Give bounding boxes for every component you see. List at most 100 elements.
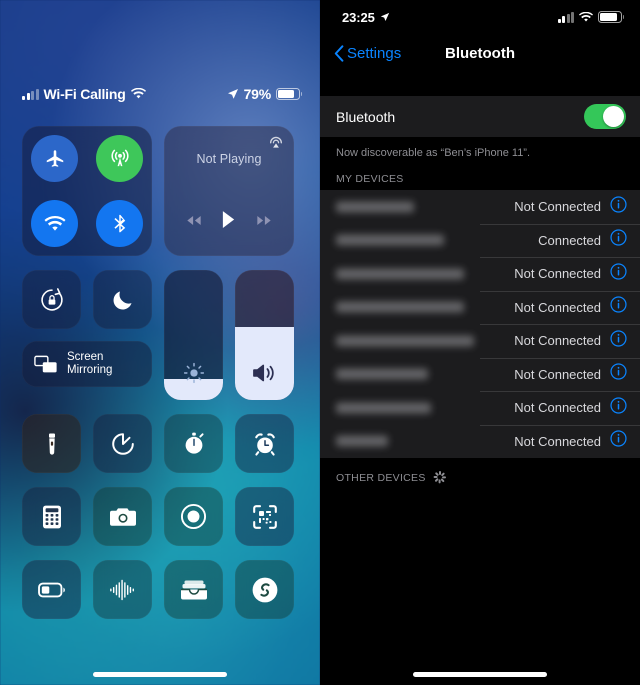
device-row[interactable]: Not Connected bbox=[320, 357, 640, 392]
wifi-icon bbox=[44, 215, 65, 231]
back-button[interactable]: Settings bbox=[334, 45, 401, 62]
bluetooth-toggle-row: Bluetooth bbox=[320, 96, 640, 137]
location-arrow-icon bbox=[227, 89, 238, 99]
cellular-bars-icon bbox=[557, 11, 574, 23]
carrier-label: Wi-Fi Calling bbox=[43, 86, 126, 102]
device-name-redacted bbox=[336, 335, 474, 347]
now-playing-title: Not Playing bbox=[196, 152, 262, 166]
rotation-lock-icon bbox=[40, 287, 63, 311]
flashlight-button[interactable] bbox=[22, 414, 81, 473]
device-name-redacted bbox=[336, 402, 431, 414]
info-circle-icon[interactable] bbox=[610, 196, 627, 218]
home-indicator[interactable] bbox=[93, 672, 227, 677]
device-row[interactable]: Not Connected bbox=[320, 190, 640, 224]
cellular-data-toggle[interactable] bbox=[96, 135, 143, 182]
rotation-lock-toggle[interactable] bbox=[22, 270, 81, 329]
alarm-button[interactable] bbox=[235, 414, 294, 473]
qr-code-scanner-button[interactable] bbox=[235, 487, 294, 546]
connectivity-module[interactable] bbox=[22, 126, 152, 256]
back-button-label: Settings bbox=[347, 44, 402, 62]
device-name-redacted bbox=[336, 368, 428, 380]
play-button[interactable] bbox=[221, 210, 236, 234]
device-status-label: Not Connected bbox=[514, 333, 601, 349]
stopwatch-icon bbox=[185, 432, 204, 454]
camera-button[interactable] bbox=[93, 487, 152, 546]
info-circle-icon[interactable] bbox=[610, 263, 627, 285]
device-name-redacted bbox=[336, 234, 444, 246]
clock-label: 23:25 bbox=[342, 9, 375, 25]
device-status-label: Not Connected bbox=[514, 266, 601, 282]
device-status-label: Not Connected bbox=[514, 299, 601, 315]
home-indicator[interactable] bbox=[413, 672, 547, 677]
control-center-status-bar: Wi-Fi Calling 79% bbox=[0, 0, 320, 112]
timer-icon bbox=[111, 432, 134, 455]
bluetooth-settings-panel: 23:25 Settings Bluetooth Bluetooth Now d… bbox=[320, 0, 640, 685]
info-circle-icon[interactable] bbox=[610, 397, 627, 419]
navigation-bar: Settings Bluetooth bbox=[320, 34, 640, 72]
screen-mirroring-icon bbox=[34, 355, 57, 372]
device-status-label: Connected bbox=[538, 232, 601, 248]
airplay-audio-icon[interactable] bbox=[268, 135, 284, 156]
bluetooth-toggle[interactable] bbox=[96, 200, 143, 247]
do-not-disturb-toggle[interactable] bbox=[93, 270, 152, 329]
low-power-mode-button[interactable] bbox=[22, 560, 81, 619]
device-status-label: Not Connected bbox=[514, 433, 601, 449]
settings-status-bar: 23:25 bbox=[320, 0, 640, 34]
other-devices-header: OTHER DEVICES bbox=[336, 471, 426, 484]
chevron-left-icon bbox=[334, 44, 344, 62]
moon-icon bbox=[113, 291, 131, 309]
screenshot-root: Wi-Fi Calling 79% Not Playing Screen Mir… bbox=[0, 0, 640, 685]
device-row[interactable]: Connected bbox=[320, 223, 640, 258]
device-status-label: Not Connected bbox=[514, 400, 601, 416]
activity-spinner-icon bbox=[433, 471, 447, 484]
shazam-icon bbox=[252, 577, 277, 602]
bluetooth-icon bbox=[113, 214, 125, 232]
info-circle-icon[interactable] bbox=[610, 430, 627, 452]
device-name-redacted bbox=[336, 201, 414, 213]
bluetooth-toggle-label: Bluetooth bbox=[336, 108, 396, 125]
cellular-bars-icon bbox=[22, 88, 39, 100]
previous-track-button[interactable] bbox=[186, 213, 202, 231]
battery-icon bbox=[598, 11, 625, 23]
qr-code-icon bbox=[252, 504, 277, 529]
wifi-icon bbox=[579, 11, 593, 22]
device-row[interactable]: Not Connected bbox=[320, 257, 640, 291]
battery-icon bbox=[276, 88, 303, 100]
info-circle-icon[interactable] bbox=[610, 330, 627, 352]
screen-recording-button[interactable] bbox=[164, 487, 223, 546]
calculator-button[interactable] bbox=[22, 487, 81, 546]
device-row[interactable]: Not Connected bbox=[320, 290, 640, 325]
record-icon bbox=[180, 503, 207, 530]
airplane-mode-toggle[interactable] bbox=[31, 135, 78, 182]
switch-knob bbox=[603, 106, 624, 127]
info-circle-icon[interactable] bbox=[610, 363, 627, 385]
info-circle-icon[interactable] bbox=[610, 229, 627, 251]
bluetooth-switch[interactable] bbox=[584, 104, 626, 129]
screen-mirroring-label: Screen Mirroring bbox=[67, 351, 113, 376]
volume-slider[interactable] bbox=[235, 270, 294, 400]
info-circle-icon[interactable] bbox=[610, 296, 627, 318]
waveform-icon bbox=[109, 579, 134, 600]
screen-mirroring-button[interactable]: Screen Mirroring bbox=[22, 341, 152, 387]
device-name-redacted bbox=[336, 435, 388, 447]
wallet-button[interactable] bbox=[164, 560, 223, 619]
device-row[interactable]: Not Connected bbox=[320, 391, 640, 425]
location-arrow-icon bbox=[380, 12, 389, 21]
discoverable-text: Now discoverable as “Ben’s iPhone 11”. bbox=[336, 147, 531, 159]
next-track-button[interactable] bbox=[256, 213, 272, 231]
stopwatch-button[interactable] bbox=[164, 414, 223, 473]
wifi-icon bbox=[130, 88, 146, 99]
brightness-icon bbox=[164, 362, 223, 384]
device-row[interactable]: Not Connected bbox=[320, 324, 640, 358]
device-row[interactable]: Not Connected bbox=[320, 424, 640, 459]
voice-memos-button[interactable] bbox=[93, 560, 152, 619]
brightness-slider[interactable] bbox=[164, 270, 223, 400]
control-center-panel: Wi-Fi Calling 79% Not Playing Screen Mir… bbox=[0, 0, 320, 685]
now-playing-module[interactable]: Not Playing bbox=[164, 126, 294, 256]
cellular-antenna-icon bbox=[110, 149, 129, 166]
timer-button[interactable] bbox=[93, 414, 152, 473]
shazam-button[interactable] bbox=[235, 560, 294, 619]
wifi-toggle[interactable] bbox=[31, 200, 78, 247]
wallet-icon bbox=[180, 580, 207, 599]
device-name-redacted bbox=[336, 301, 464, 313]
